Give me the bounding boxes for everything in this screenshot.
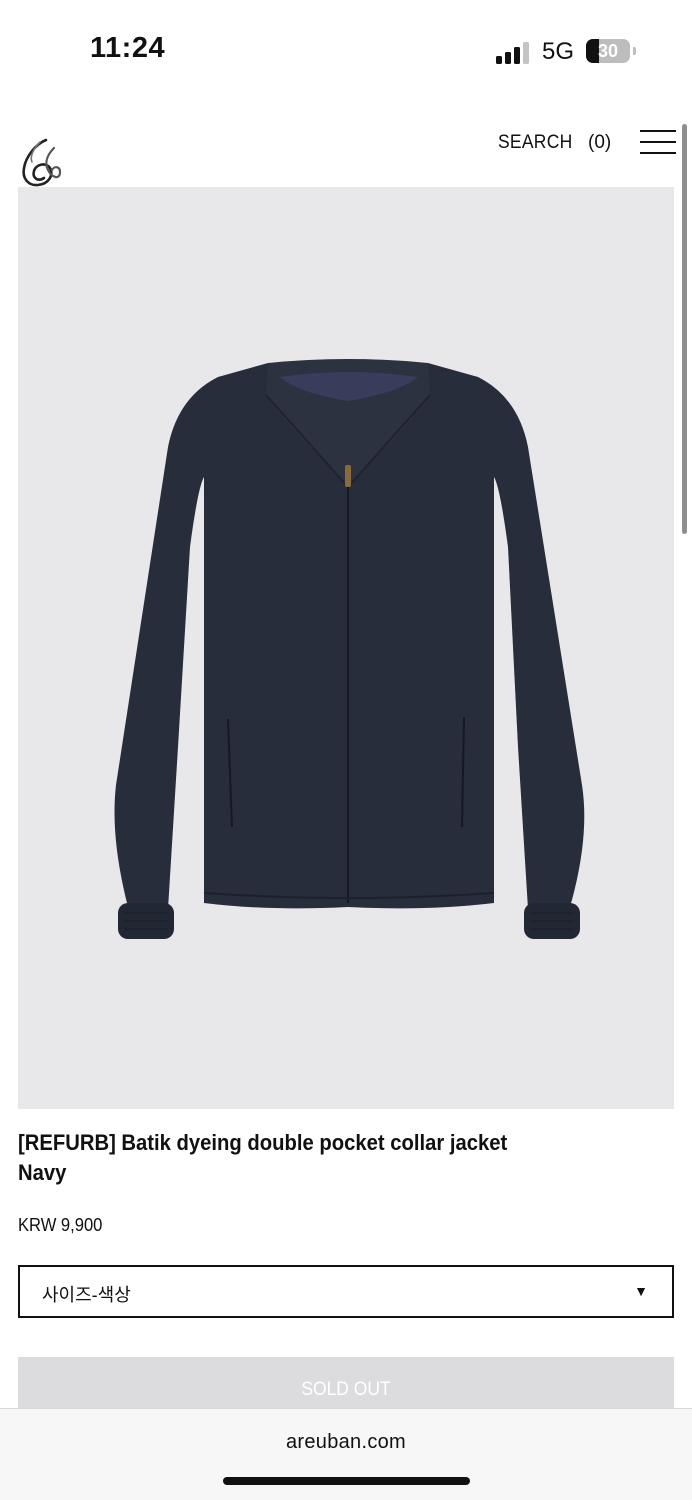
product-title-line2: Navy <box>18 1160 67 1185</box>
cellular-signal-icon <box>496 42 529 64</box>
brand-logo-icon[interactable] <box>18 136 64 188</box>
select-placeholder: 사이즈-색상 <box>42 1285 131 1305</box>
dropdown-arrow-icon: ▼ <box>634 1283 648 1299</box>
sold-out-label: SOLD OUT <box>301 1379 391 1400</box>
battery-icon: 30 <box>586 39 630 63</box>
battery-nub <box>633 47 636 55</box>
page: 11:24 5G 30 SEARCH (0) [REFURB] Batik dy… <box>0 0 692 1500</box>
network-type: 5G <box>542 38 575 65</box>
product-title: [REFURB] Batik dyeing double pocket coll… <box>18 1128 533 1188</box>
navy-jacket-illustration <box>114 359 585 939</box>
size-color-select[interactable]: 사이즈-색상 ▼ <box>18 1265 674 1318</box>
cart-link[interactable]: (0) <box>588 132 611 154</box>
browser-address-bar: areuban.com <box>0 1408 692 1500</box>
hamburger-menu-icon[interactable] <box>640 130 676 156</box>
battery-level: 30 <box>597 41 619 61</box>
status-time: 11:24 <box>90 32 166 64</box>
product-title-line1: [REFURB] Batik dyeing double pocket coll… <box>18 1130 508 1155</box>
home-indicator[interactable] <box>223 1477 470 1485</box>
url-text[interactable]: areuban.com <box>0 1431 692 1454</box>
page-scrollbar[interactable] <box>682 124 687 534</box>
product-price: KRW 9,900 <box>18 1215 103 1235</box>
product-image[interactable] <box>18 187 674 1109</box>
search-link[interactable]: SEARCH <box>498 132 573 154</box>
status-bar: 11:24 5G 30 <box>0 0 692 100</box>
